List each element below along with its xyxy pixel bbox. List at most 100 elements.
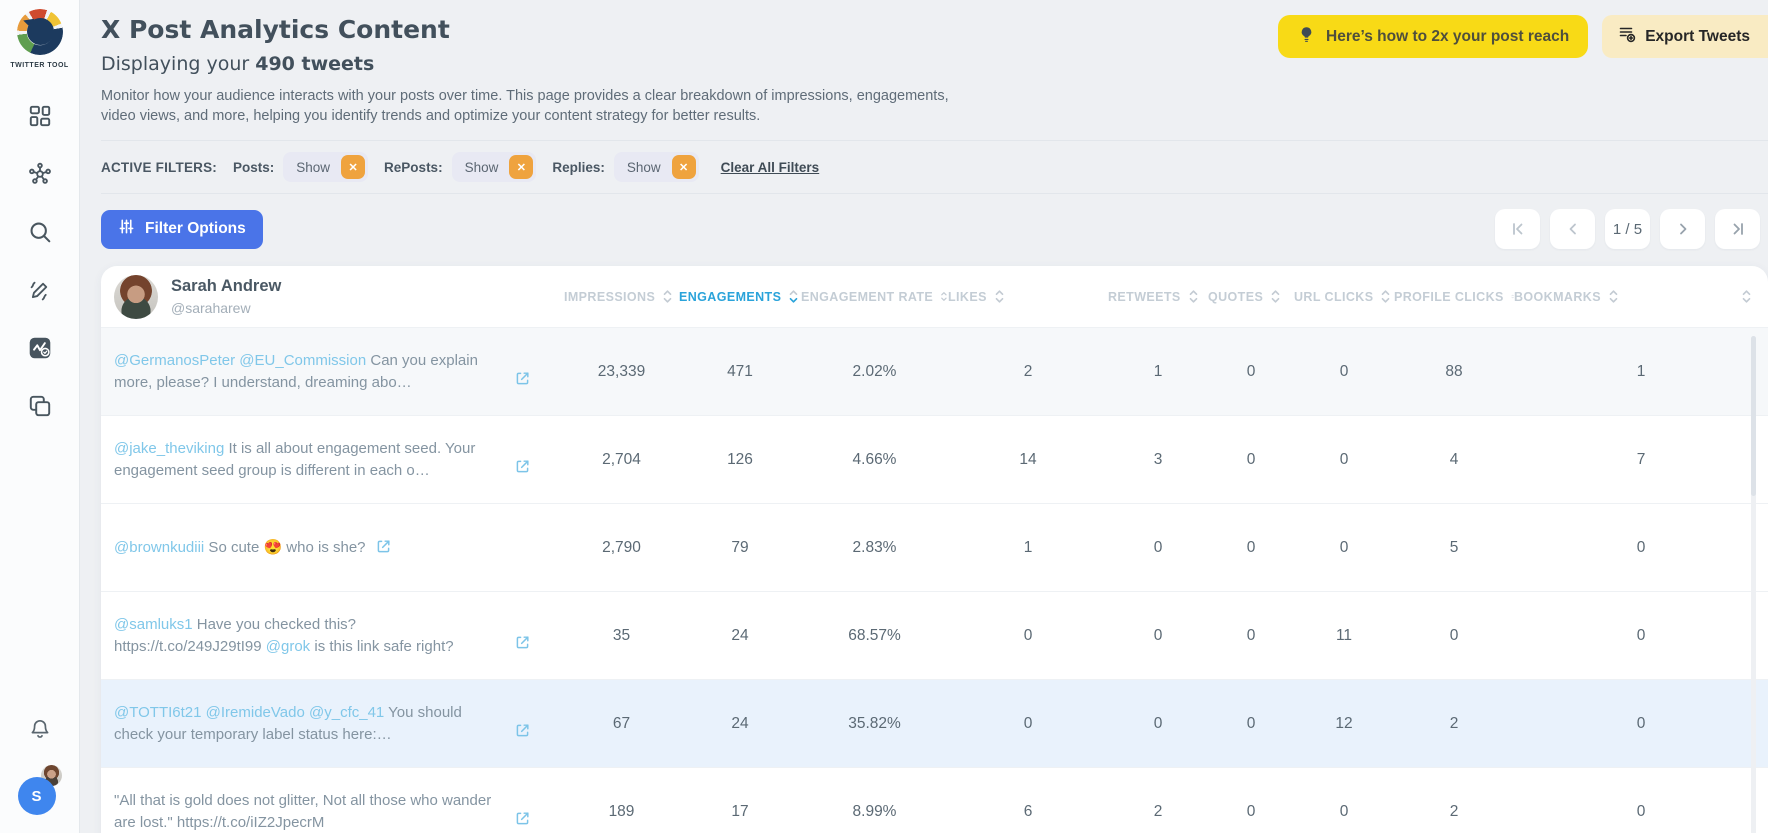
metric-cell: 0 [1246,538,1256,556]
tweets-table: Sarah Andrew @saraharew IMPRESSIONS ENGA… [101,266,1768,833]
sort-icon[interactable] [1270,288,1281,305]
app-logo[interactable] [16,9,63,55]
export-tweets-button[interactable]: Export Tweets [1602,15,1768,58]
sort-icon[interactable] [1380,288,1391,305]
sliders-icon [118,218,135,240]
sort-icon[interactable] [662,288,673,305]
mention-link[interactable]: @IremideVado [206,704,305,721]
mention-link[interactable]: @samluks1 [114,616,193,633]
remove-filter-button[interactable]: ✕ [671,155,696,179]
sort-icon[interactable] [788,288,799,305]
table-row[interactable]: @GermanosPeter @EU_Commission Can you ex… [101,327,1768,415]
mention-link[interactable]: @jake_theviking [114,440,224,457]
table-scrollbar-thumb[interactable] [1751,336,1756,496]
metric-cell: 2,704 [602,450,641,468]
open-tweet-icon[interactable] [514,458,531,477]
pagination: 1 / 5 [1495,209,1760,249]
toolbar: Filter Options 1 / 5 [101,209,1768,249]
table-row[interactable]: @TOTTI6t21 @IremideVado @y_cfc_41 You sh… [101,679,1768,767]
dashboard-icon[interactable] [27,103,53,129]
table-row[interactable]: @jake_theviking It is all about engageme… [101,415,1768,503]
open-tweet-icon[interactable] [514,810,531,829]
remove-filter-button[interactable]: ✕ [509,155,534,179]
profile-avatar[interactable] [114,274,158,319]
tweet-text-segment: "All that is gold does not glitter, Not … [114,791,492,831]
open-tweet-icon[interactable] [514,634,531,653]
metric-cell: 2.83% [852,538,897,556]
table-header-row: Sarah Andrew @saraharew IMPRESSIONS ENGA… [101,266,1768,327]
next-page-button[interactable] [1660,209,1705,249]
prev-page-button[interactable] [1550,209,1595,249]
open-tweet-icon[interactable] [514,722,531,741]
sort-icon[interactable] [940,288,948,305]
column-header-bookmarks[interactable]: BOOKMARKS [1514,288,1768,305]
tweet-text-cell: "All that is gold does not glitter, Not … [114,768,564,833]
duplicate-icon[interactable] [27,393,53,419]
sort-icon[interactable] [1608,288,1619,305]
main-content: X Post Analytics Content Displaying your… [80,0,1768,833]
metric-cell: 2 [1449,802,1459,820]
column-label: PROFILE CLICKS [1394,289,1504,304]
filter-item: Posts: Show ✕ [217,152,369,182]
subtitle: Displaying your 490 tweets [101,53,450,75]
mention-link[interactable]: @grok [266,638,310,655]
table-row[interactable]: @brownkudiii So cute 😍 who is she? 2,790… [101,503,1768,591]
metric-cell: 1 [1636,362,1646,380]
metric-cell: 0 [1339,802,1349,820]
mention-link[interactable]: @GermanosPeter [114,352,235,369]
export-icon [1618,25,1636,48]
metric-cell: 3 [1153,450,1163,468]
sidebar: TWITTER TOOL S [0,0,80,833]
bell-icon[interactable] [28,717,52,741]
column-header-engagement-rate[interactable]: ENGAGEMENT RATE [801,288,948,305]
metric-cell: 0 [1153,626,1163,644]
clear-all-filters-link[interactable]: Clear All Filters [721,160,820,175]
column-header-url-clicks[interactable]: URL CLICKS [1294,288,1394,305]
open-tweet-icon[interactable] [366,539,392,556]
search-icon[interactable] [27,219,53,245]
network-icon[interactable] [27,161,53,187]
mention-link[interactable]: @TOTTI6t21 [114,704,201,721]
tweet-text: @brownkudiii So cute 😍 who is she? [114,537,492,559]
metric-cell: 0 [1246,714,1256,732]
tweet-text-segment: is this link safe right? [310,637,454,655]
column-label: LIKES [948,289,987,304]
column-header-likes[interactable]: LIKES [948,288,1108,305]
filter-value: Show [626,159,661,175]
filter-options-button[interactable]: Filter Options [101,209,263,249]
filter-name: Replies: [552,159,605,175]
open-tweet-icon[interactable] [514,370,531,389]
next-column-sort-icon[interactable] [1741,288,1752,310]
metric-cell: 2,790 [602,538,641,556]
metric-cell: 0 [1023,714,1033,732]
tweet-text-cell: @jake_theviking It is all about engageme… [114,416,564,503]
last-page-button[interactable] [1715,209,1760,249]
mention-link[interactable]: @EU_Commission [239,352,366,369]
reach-tip-button[interactable]: Here’s how to 2x your post reach [1278,15,1589,58]
analytics-icon[interactable] [27,335,53,361]
filter-chip: Show ✕ [451,152,537,182]
subtitle-prefix: Displaying your [101,53,256,75]
column-header-quotes[interactable]: QUOTES [1208,288,1294,305]
metric-cell: 0 [1339,450,1349,468]
metric-cell: 11 [1335,626,1353,644]
filter-chip: Show ✕ [283,152,369,182]
column-header-impressions[interactable]: IMPRESSIONS [564,288,679,305]
metric-cell: 23,339 [597,362,646,380]
mention-link[interactable]: @y_cfc_41 [309,704,384,721]
sort-icon[interactable] [994,288,1005,305]
metric-cell: 79 [731,538,749,556]
first-page-button[interactable] [1495,209,1540,249]
sort-icon[interactable] [1188,288,1199,305]
column-header-profile-clicks[interactable]: PROFILE CLICKS [1394,288,1514,305]
column-header-retweets[interactable]: RETWEETS [1108,288,1208,305]
table-row[interactable]: @samluks1 Have you checked this? https:/… [101,591,1768,679]
column-header-engagements[interactable]: ENGAGEMENTS [679,288,801,305]
page-indicator[interactable]: 1 / 5 [1605,209,1650,249]
remove-filter-button[interactable]: ✕ [341,155,366,179]
metric-cell: 0 [1246,362,1256,380]
table-row[interactable]: "All that is gold does not glitter, Not … [101,767,1768,833]
compose-icon[interactable] [27,277,53,303]
user-avatar[interactable]: S [17,765,62,815]
mention-link[interactable]: @brownkudiii [114,539,204,556]
